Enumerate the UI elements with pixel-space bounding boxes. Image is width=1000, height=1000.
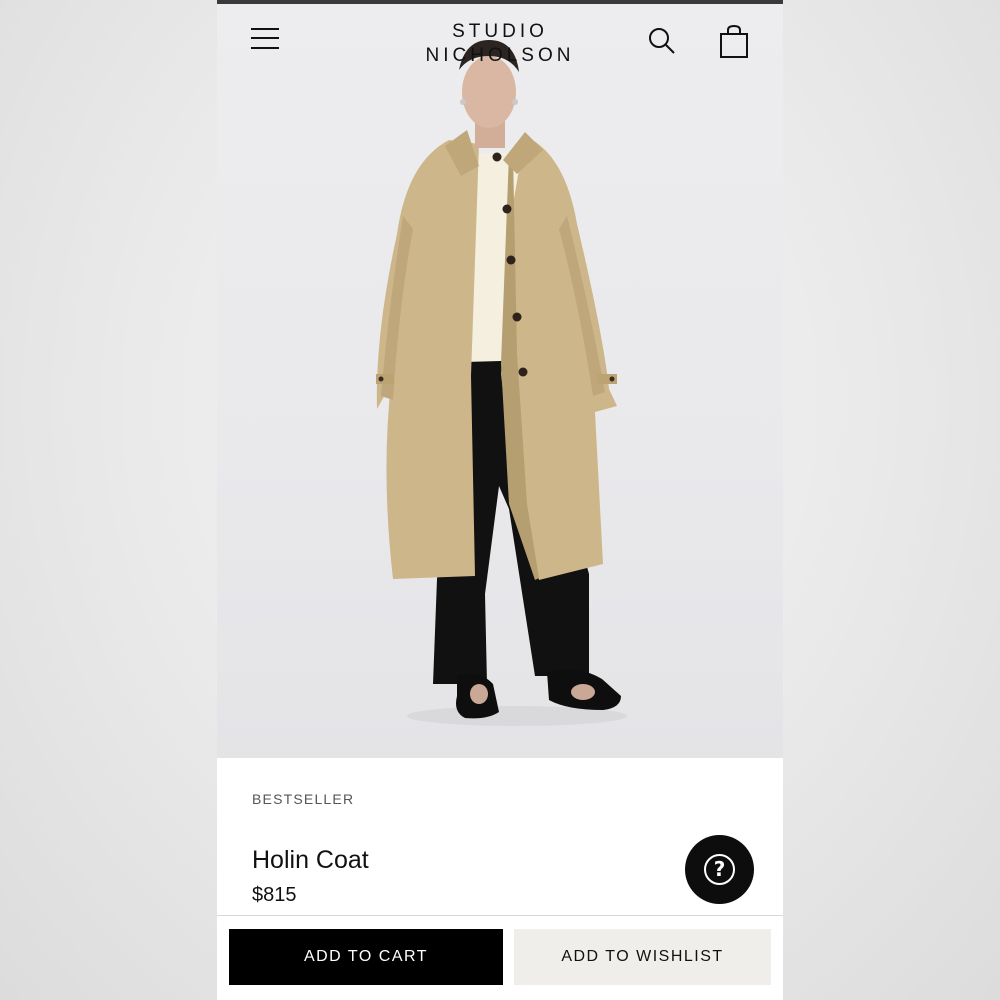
search-icon[interactable] bbox=[645, 24, 679, 58]
action-bar: ADD TO CART ADD TO WISHLIST bbox=[217, 916, 783, 1000]
brand-line-2: NICHOLSON bbox=[425, 45, 575, 66]
site-header: STUDIO NICHOLSON bbox=[217, 4, 783, 84]
mobile-page: STUDIO NICHOLSON BESTSELLER Holin Coat $… bbox=[217, 0, 783, 1000]
product-title: Holin Coat bbox=[252, 846, 369, 874]
hamburger-menu-icon[interactable] bbox=[245, 22, 285, 56]
brand-logo[interactable]: STUDIO NICHOLSON bbox=[400, 20, 600, 68]
product-image[interactable] bbox=[217, 4, 783, 758]
model-illustration bbox=[376, 40, 627, 726]
product-price: $815 bbox=[252, 884, 297, 906]
add-to-wishlist-button[interactable]: ADD TO WISHLIST bbox=[514, 929, 771, 985]
bestseller-badge: BESTSELLER bbox=[252, 791, 355, 807]
help-chat-button[interactable]: ? bbox=[685, 835, 754, 904]
product-info: BESTSELLER Holin Coat $815 ? bbox=[217, 758, 783, 915]
question-mark-icon: ? bbox=[704, 854, 735, 885]
shopping-bag-icon[interactable] bbox=[717, 24, 751, 60]
add-to-cart-button[interactable]: ADD TO CART bbox=[229, 929, 503, 985]
brand-line-1: STUDIO bbox=[452, 21, 548, 42]
